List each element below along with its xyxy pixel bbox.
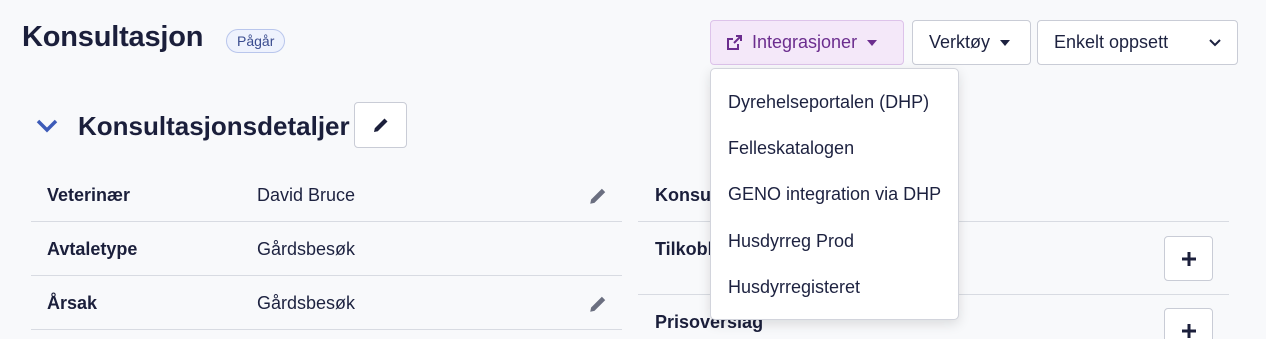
external-link-icon [727,34,742,50]
tools-label: Verktøy [929,32,991,52]
tools-button[interactable]: Verktøy [912,20,1031,65]
menu-item-felleskatalogen[interactable]: Felleskatalogen [728,138,854,159]
menu-item-husdyrregisteret[interactable]: Husdyrregisteret [728,277,860,298]
status-badge: Pågår [226,29,286,53]
menu-item-geno[interactable]: GENO integration via DHP [728,184,941,205]
integrations-dropdown-menu: Dyrehelseportalen (DHP) Felleskatalogen … [710,68,959,320]
layout-select[interactable]: Enkelt oppsett [1037,20,1238,65]
table-row: Veterinær David Bruce [31,168,622,222]
add-connection-button[interactable] [1164,236,1213,281]
row-label: Konsul [655,185,716,205]
caret-down-icon [867,39,878,46]
caret-down-icon [1000,39,1011,46]
add-estimate-button[interactable] [1164,308,1213,339]
chevron-down-icon[interactable] [36,119,58,133]
integrations-button[interactable]: Integrasjoner [710,20,904,65]
layout-select-value: Enkelt oppsett [1054,32,1169,52]
pencil-icon [373,118,387,132]
row-label: Årsak [47,293,98,313]
menu-item-dhp[interactable]: Dyrehelseportalen (DHP) [728,92,929,113]
row-label: Veterinær [47,185,131,205]
pencil-icon[interactable] [588,294,608,314]
section-title: Konsultasjonsdetaljer [78,111,350,141]
chevron-down-icon [1209,38,1221,46]
table-row: Avtaletype Gårdsbesøk [31,222,622,276]
row-label: Tilkobl [655,239,713,259]
row-value: Gårdsbesøk [257,293,356,313]
menu-item-husdyrreg-prod[interactable]: Husdyrreg Prod [728,231,854,252]
page-title: Konsultasjon [22,21,204,53]
details-table: Veterinær David Bruce Avtaletype Gårdsbe… [31,168,622,330]
row-label: Avtaletype [47,239,138,259]
integrations-label: Integrasjoner [752,32,858,52]
table-row: Årsak Gårdsbesøk [31,276,622,330]
row-value: Gårdsbesøk [257,239,356,259]
plus-icon [1181,323,1196,338]
plus-icon [1181,251,1196,266]
edit-section-button[interactable] [354,102,407,148]
row-value: David Bruce [257,185,356,205]
pencil-icon[interactable] [588,186,608,206]
